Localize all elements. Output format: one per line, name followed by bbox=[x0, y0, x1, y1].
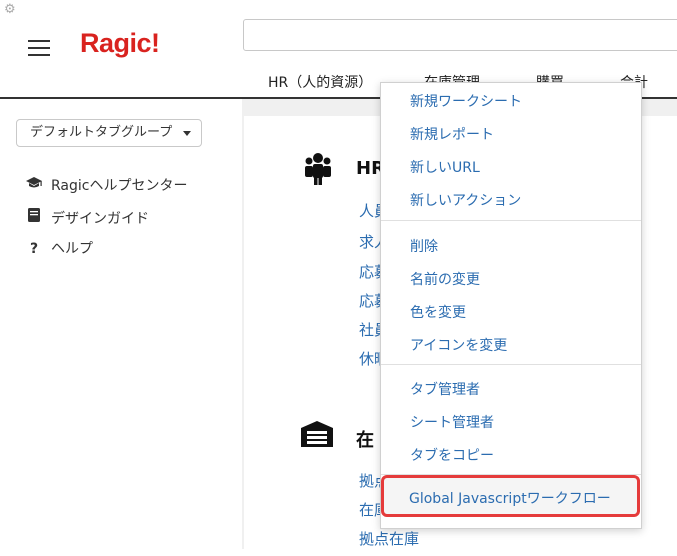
sidebar-link-label: ヘルプ bbox=[51, 241, 93, 257]
tab-context-menu: 新規ワークシート 新規レポート 新しいURL 新しいアクション 削除 名前の変更… bbox=[380, 82, 642, 529]
menu-item-delete[interactable]: 削除 bbox=[410, 236, 438, 256]
menu-item-change-color[interactable]: 色を変更 bbox=[410, 302, 466, 322]
sheet-link[interactable]: 拠点在庫 bbox=[359, 528, 419, 549]
menu-item-global-javascript-workflow[interactable]: Global Javascriptワークフロー bbox=[409, 488, 611, 508]
caret-down-icon bbox=[183, 131, 191, 136]
search-input[interactable] bbox=[243, 19, 677, 51]
app-logo[interactable]: Ragic! bbox=[80, 28, 160, 59]
sidebar-link-help-center[interactable]: Ragicヘルプセンター bbox=[24, 175, 187, 195]
menu-item-tab-admins[interactable]: タブ管理者 bbox=[410, 379, 480, 399]
tabgroup-label: デフォルトタブグループ bbox=[30, 125, 173, 140]
question-icon: ? bbox=[29, 241, 39, 257]
menu-divider bbox=[381, 220, 641, 221]
tabgroup-dropdown[interactable]: デフォルトタブグループ bbox=[16, 119, 202, 147]
graduation-cap-icon bbox=[24, 176, 44, 194]
menu-item-new-url[interactable]: 新しいURL bbox=[410, 157, 480, 177]
menu-divider bbox=[381, 364, 641, 365]
sidebar-link-label: Ragicヘルプセンター bbox=[51, 178, 188, 194]
sidebar bbox=[0, 99, 242, 549]
tab-hr[interactable]: HR（人的資源） bbox=[268, 72, 372, 92]
sidebar-link-help[interactable]: ? ヘルプ bbox=[24, 238, 93, 258]
menu-item-sheet-admins[interactable]: シート管理者 bbox=[410, 412, 494, 432]
book-icon bbox=[24, 207, 44, 227]
hamburger-menu-icon[interactable] bbox=[28, 40, 50, 56]
menu-item-new-report[interactable]: 新規レポート bbox=[410, 124, 494, 144]
menu-item-rename[interactable]: 名前の変更 bbox=[410, 269, 480, 289]
menu-item-copy-tab[interactable]: タブをコピー bbox=[410, 445, 494, 465]
warehouse-icon bbox=[300, 420, 333, 450]
menu-item-change-icon[interactable]: アイコンを変更 bbox=[410, 335, 507, 355]
menu-item-new-action[interactable]: 新しいアクション bbox=[410, 190, 521, 210]
gear-icon[interactable]: ⚙ bbox=[4, 3, 18, 17]
people-icon bbox=[303, 152, 333, 185]
highlighted-menu-item[interactable]: Global Javascriptワークフロー bbox=[381, 475, 640, 517]
menu-item-new-sheet[interactable]: 新規ワークシート bbox=[410, 91, 522, 111]
sidebar-link-label: デザインガイド bbox=[51, 211, 149, 227]
sidebar-link-design-guide[interactable]: デザインガイド bbox=[24, 207, 149, 228]
section-title-inventory: 在 bbox=[356, 430, 374, 451]
